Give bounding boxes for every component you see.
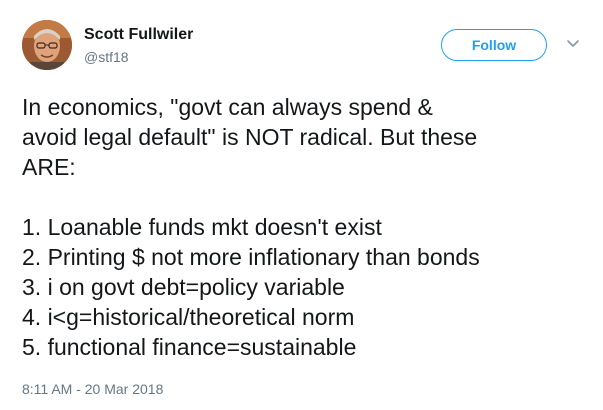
user-display-name[interactable]: Scott Fullwiler (84, 26, 193, 44)
user-handle[interactable]: @stf18 (84, 49, 129, 65)
tweet-text: In economics, "govt can always spend & a… (22, 92, 592, 362)
tweet-list-item: 4. i<g=historical/theoretical norm (22, 304, 355, 330)
chevron-down-icon[interactable] (565, 38, 581, 50)
tweet-list-item: 5. functional finance=sustainable (22, 334, 357, 360)
tweet-list-item: 2. Printing $ not more inflationary than… (22, 244, 480, 270)
follow-button[interactable]: Follow (441, 29, 547, 61)
tweet-text-line: In economics, "govt can always spend & (22, 94, 433, 120)
avatar[interactable] (22, 20, 72, 70)
tweet-card: Scott Fullwiler @stf18 Follow In economi… (0, 0, 603, 410)
tweet-list-item: 1. Loanable funds mkt doesn't exist (22, 214, 382, 240)
tweet-text-line: ARE: (22, 154, 76, 180)
avatar-image (22, 20, 72, 70)
tweet-text-line: avoid legal default" is NOT radical. But… (22, 124, 478, 150)
tweet-timestamp[interactable]: 8:11 AM - 20 Mar 2018 (22, 381, 163, 397)
tweet-list-item: 3. i on govt debt=policy variable (22, 274, 345, 300)
